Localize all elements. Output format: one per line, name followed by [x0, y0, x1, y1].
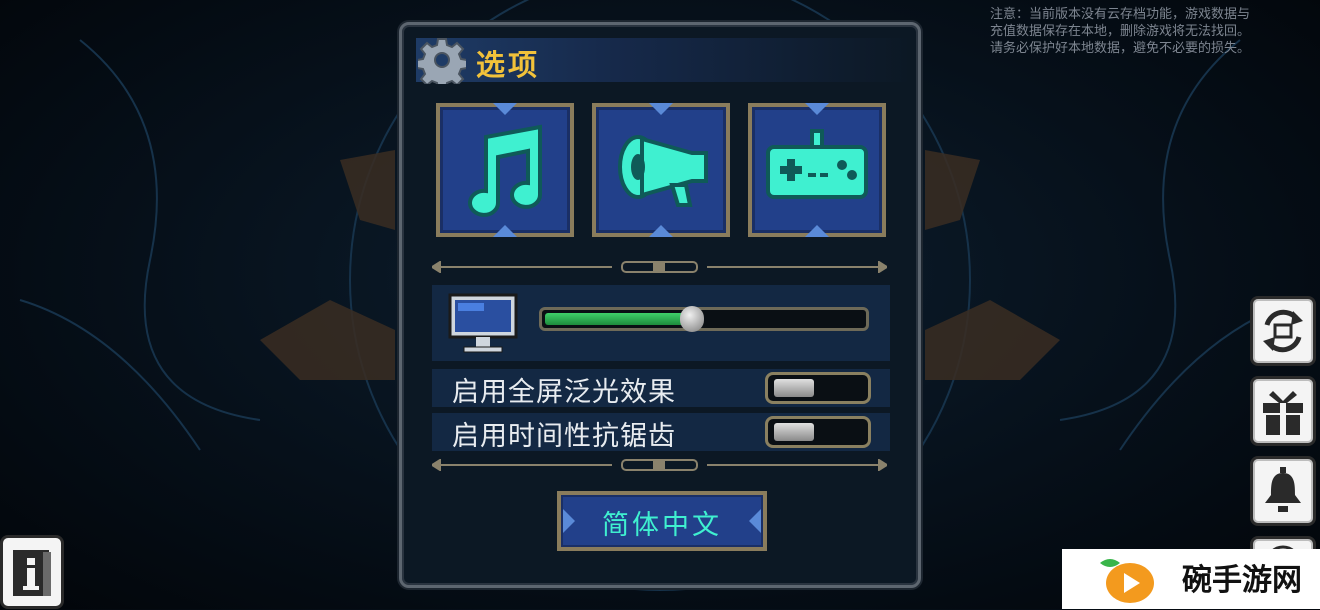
ornament-divider — [432, 459, 887, 471]
options-panel: 选项 启用全屏泛光效果 启用时间性抗锯齿 简体中文 — [399, 22, 921, 588]
panel-title-bar: 选项 — [416, 38, 912, 84]
gift-button[interactable] — [1250, 376, 1316, 446]
watermark-text: 碗手游网 — [1182, 563, 1302, 598]
info-book-icon — [13, 550, 51, 596]
language-arrow-right-icon — [749, 509, 761, 533]
option-bloom-row: 启用全屏泛光效果 — [432, 369, 890, 408]
play-logo-icon — [1100, 559, 1154, 603]
tab-marker-bottom — [493, 225, 517, 237]
brightness-slider-knob[interactable] — [680, 306, 704, 332]
refresh-button[interactable] — [1250, 296, 1316, 366]
tab-sound[interactable] — [592, 103, 730, 237]
language-button[interactable]: 简体中文 — [557, 491, 767, 551]
option-taa-label: 启用时间性抗锯齿 — [452, 421, 676, 452]
cloud-save-notice: 注意：当前版本没有云存档功能，游戏数据与 充值数据保存在本地，删除游戏将无法找回… — [990, 7, 1251, 56]
tab-controls[interactable] — [748, 103, 886, 237]
tab-marker-bottom — [805, 225, 829, 237]
gamepad-icon — [766, 129, 868, 199]
gear-icon — [418, 38, 466, 84]
panel-title: 选项 — [476, 48, 541, 82]
toggle-knob — [774, 379, 814, 397]
ornament-divider — [432, 261, 887, 273]
monitor-icon — [448, 293, 518, 353]
tab-music[interactable] — [436, 103, 574, 237]
music-note-icon — [468, 124, 542, 217]
language-label: 简体中文 — [602, 510, 722, 541]
site-watermark: 碗手游网 — [1062, 549, 1320, 609]
option-taa-row: 启用时间性抗锯齿 — [432, 413, 890, 452]
option-bloom-toggle[interactable] — [765, 372, 871, 404]
bell-icon — [1265, 467, 1301, 512]
notification-button[interactable] — [1250, 456, 1316, 526]
option-bloom-label: 启用全屏泛光效果 — [452, 377, 676, 408]
megaphone-icon — [618, 135, 708, 207]
refresh-icon — [1263, 309, 1303, 353]
info-button[interactable] — [0, 535, 64, 609]
gift-box-icon — [1263, 391, 1303, 435]
option-taa-toggle[interactable] — [765, 416, 871, 448]
toggle-knob — [774, 423, 814, 441]
brightness-slider[interactable] — [539, 306, 869, 332]
tab-marker-bottom — [649, 225, 673, 237]
display-brightness-row — [432, 285, 890, 361]
brightness-slider-fill — [545, 313, 691, 325]
